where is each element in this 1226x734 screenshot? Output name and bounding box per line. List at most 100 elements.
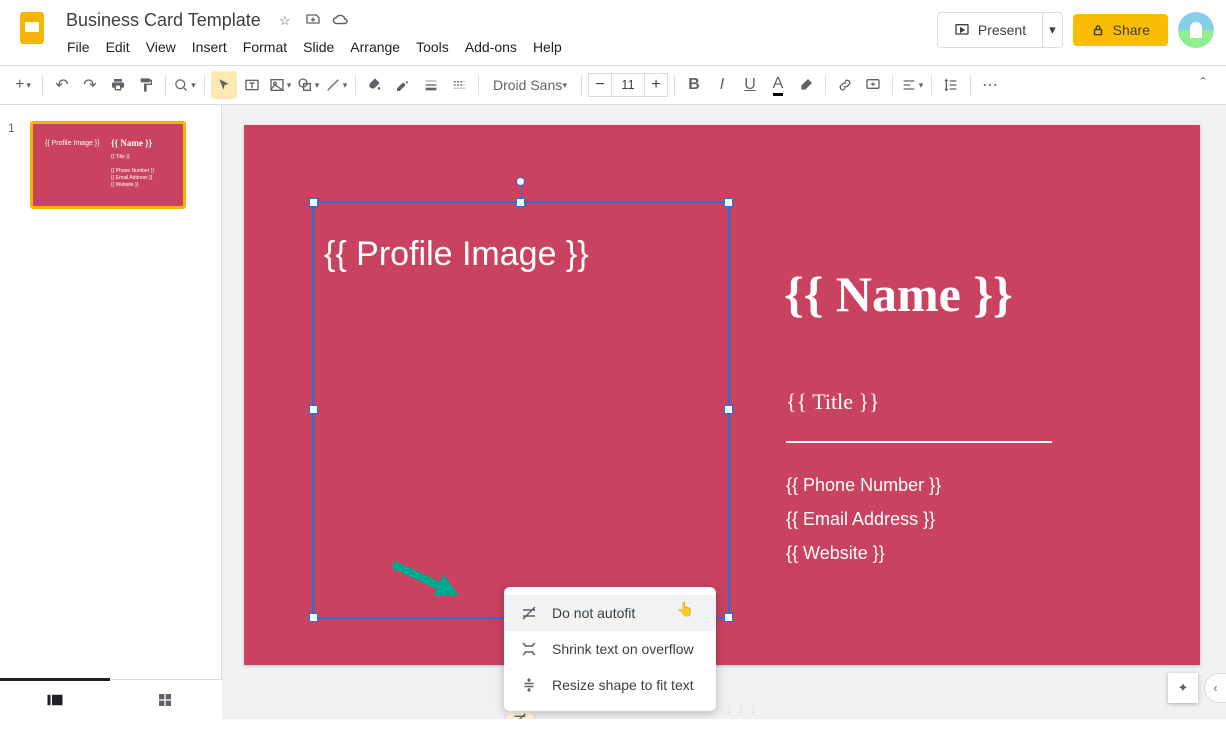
separator: [355, 75, 356, 95]
separator: [478, 75, 479, 95]
ctx-resize-shape[interactable]: Resize shape to fit text: [504, 667, 716, 703]
border-color-button[interactable]: [390, 71, 416, 99]
filmstrip-view-button[interactable]: [0, 678, 110, 718]
selected-textbox[interactable]: {{ Profile Image }}: [312, 201, 730, 619]
separator: [970, 75, 971, 95]
align-button[interactable]: ▾: [899, 71, 925, 99]
redo-button[interactable]: ↷: [77, 71, 103, 99]
menu-file[interactable]: File: [60, 35, 97, 59]
email-placeholder[interactable]: {{ Email Address }}: [786, 509, 935, 530]
font-size-decrease[interactable]: −: [588, 73, 612, 97]
slide-number: 1: [8, 121, 22, 209]
line-spacing-button[interactable]: [938, 71, 964, 99]
do-not-autofit-icon: [520, 604, 538, 622]
menu-help[interactable]: Help: [526, 35, 569, 59]
bold-button[interactable]: B: [681, 71, 707, 99]
present-dropdown[interactable]: ▾: [1042, 13, 1062, 47]
toolbar: +▾ ↶ ↷ ▾ ▾ ▾ ▾ Droid Sans▾ − 11 + B I U …: [0, 65, 1226, 105]
thumb-website-text: {{ Website }}: [111, 182, 138, 188]
explore-button[interactable]: ✦: [1168, 673, 1198, 703]
separator: [42, 75, 43, 95]
resize-handle-tm[interactable]: [516, 198, 525, 207]
speaker-notes-handle[interactable]: ⋮⋮⋮: [724, 704, 760, 715]
separator: [892, 75, 893, 95]
line-tool[interactable]: ▾: [323, 71, 349, 99]
slides-logo[interactable]: [12, 8, 52, 48]
undo-button[interactable]: ↶: [49, 71, 75, 99]
present-button[interactable]: Present: [938, 22, 1042, 38]
resize-handle-mr[interactable]: [724, 405, 733, 414]
move-icon[interactable]: [303, 11, 323, 30]
name-placeholder[interactable]: {{ Name }}: [784, 265, 1013, 323]
more-tools-button[interactable]: ⋯: [977, 71, 1003, 99]
menu-insert[interactable]: Insert: [185, 35, 234, 59]
share-label: Share: [1113, 22, 1150, 38]
border-weight-button[interactable]: [418, 71, 444, 99]
menu-format[interactable]: Format: [236, 35, 294, 59]
resize-handle-tl[interactable]: [309, 198, 318, 207]
menu-addons[interactable]: Add-ons: [458, 35, 524, 59]
resize-handle-bl[interactable]: [309, 613, 318, 622]
title-area: Business Card Template ☆ File Edit View …: [60, 8, 937, 59]
thumb-title-text: {{ Title }}: [111, 154, 130, 160]
resize-handle-br[interactable]: [724, 613, 733, 622]
menu-slide[interactable]: Slide: [296, 35, 341, 59]
menu-tools[interactable]: Tools: [409, 35, 456, 59]
border-dash-button[interactable]: [446, 71, 472, 99]
star-icon[interactable]: ☆: [275, 13, 295, 29]
slide-canvas[interactable]: {{ Profile Image }} {{ Name }} {{ Title …: [222, 105, 1226, 719]
resize-handle-tr[interactable]: [724, 198, 733, 207]
cloud-status-icon[interactable]: [331, 12, 351, 29]
collapse-side-panel[interactable]: ‹: [1204, 673, 1226, 703]
app-header: Business Card Template ☆ File Edit View …: [0, 0, 1226, 59]
slide-thumbnail-1[interactable]: {{ Profile Image }} {{ Name }} {{ Title …: [30, 121, 186, 209]
present-button-group: Present ▾: [937, 12, 1063, 48]
print-button[interactable]: [105, 71, 131, 99]
ctx-shrink-text[interactable]: Shrink text on overflow: [504, 631, 716, 667]
insert-link-button[interactable]: [832, 71, 858, 99]
underline-button[interactable]: U: [737, 71, 763, 99]
fill-color-button[interactable]: [362, 71, 388, 99]
image-tool[interactable]: ▾: [267, 71, 293, 99]
paint-format-button[interactable]: [133, 71, 159, 99]
view-switcher: [0, 679, 222, 719]
present-label: Present: [978, 22, 1026, 38]
separator: [165, 75, 166, 95]
menu-edit[interactable]: Edit: [99, 35, 137, 59]
shrink-text-icon: [520, 640, 538, 658]
shape-tool[interactable]: ▾: [295, 71, 321, 99]
document-title[interactable]: Business Card Template: [60, 8, 267, 33]
rotation-handle[interactable]: [516, 177, 525, 186]
insert-comment-button[interactable]: [860, 71, 886, 99]
header-right: Present ▾ Share: [937, 8, 1214, 48]
highlight-button[interactable]: [793, 71, 819, 99]
slide-thumbnail-wrap: 1 {{ Profile Image }} {{ Name }} {{ Titl…: [8, 121, 213, 209]
share-button[interactable]: Share: [1073, 14, 1168, 46]
account-avatar[interactable]: [1178, 12, 1214, 48]
menu-arrange[interactable]: Arrange: [343, 35, 407, 59]
ctx-label: Resize shape to fit text: [552, 677, 694, 693]
font-size-input[interactable]: 11: [612, 73, 644, 97]
resize-handle-ml[interactable]: [309, 405, 318, 414]
text-color-button[interactable]: A: [765, 71, 791, 99]
zoom-button[interactable]: ▾: [172, 71, 198, 99]
textbox-tool[interactable]: [239, 71, 265, 99]
italic-button[interactable]: I: [709, 71, 735, 99]
font-family-select[interactable]: Droid Sans▾: [485, 71, 575, 99]
phone-placeholder[interactable]: {{ Phone Number }}: [786, 475, 941, 496]
textbox-text[interactable]: {{ Profile Image }}: [314, 203, 728, 284]
thumb-name-text: {{ Name }}: [111, 138, 152, 148]
menu-view[interactable]: View: [139, 35, 183, 59]
grid-view-button[interactable]: [110, 680, 220, 720]
font-size-control: − 11 +: [588, 73, 668, 97]
new-slide-button[interactable]: +▾: [10, 71, 36, 99]
thumb-email-text: {{ Email Address }}: [111, 175, 152, 181]
title-placeholder[interactable]: {{ Title }}: [786, 389, 880, 415]
ctx-do-not-autofit[interactable]: Do not autofit 👆: [504, 595, 716, 631]
separator: [825, 75, 826, 95]
select-tool[interactable]: [211, 71, 237, 99]
menu-bar: File Edit View Insert Format Slide Arran…: [60, 35, 937, 59]
website-placeholder[interactable]: {{ Website }}: [786, 543, 885, 564]
font-size-increase[interactable]: +: [644, 73, 668, 97]
collapse-toolbar-button[interactable]: ˆ: [1190, 71, 1216, 99]
